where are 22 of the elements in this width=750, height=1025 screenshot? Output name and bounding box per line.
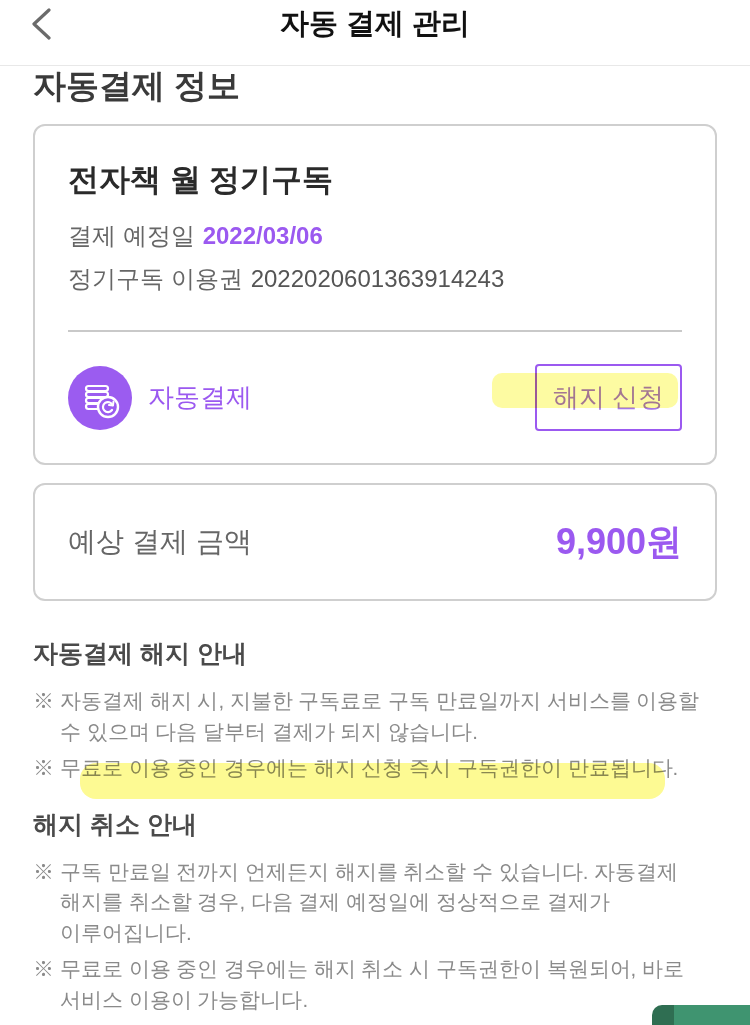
notice-title: 자동결제 해지 안내 [33, 638, 248, 669]
back-button[interactable] [30, 8, 52, 40]
section-title: 자동결제 정보 [33, 66, 242, 106]
back-icon [30, 8, 52, 40]
notice-text: 구독 만료일 전까지 언제든지 해지를 취소할 수 있습니다. 자동결제 해지를 취소할 경우, 다음 결제 예정일에 정상적으로 결제가 이루어집니다. [60, 858, 680, 946]
payment-method-label: 자동결제 [148, 381, 252, 414]
reference-mark: ※ [33, 858, 55, 885]
amount-value: 9,900원 [555, 519, 682, 564]
coin-refresh-icon [68, 365, 132, 430]
reference-mark: ※ [33, 956, 55, 982]
page-title: 자동 결제 관리 [279, 5, 471, 41]
notice-text: 무료로 이용 중인 경우에는 해지 취소 시 구독권한이 복원되어, 바로 서비스 이용이 가능합니다. [60, 956, 685, 1013]
notice-title: 해지 취소 안내 [33, 808, 198, 840]
subscription-name: 전자책 월 정기구독 [68, 161, 335, 199]
notice-text: 자동결제 해지 시, 지불한 구독료로 구독 만료일까지 서비스를 이용할 수 있으며 다음 달부터 결제가 되지 않습니다. [60, 688, 701, 745]
reference-mark: ※ [33, 688, 55, 714]
detail-value: 2022/03/06 [202, 221, 323, 251]
reference-mark: ※ [33, 755, 55, 781]
detail-value: 2022020601363914243 [250, 264, 505, 294]
detail-label: 결제 예정일 [68, 221, 195, 251]
amount-label: 예상 결제 금액 [68, 525, 252, 559]
detail-label: 정기구독 이용권 [68, 264, 243, 294]
